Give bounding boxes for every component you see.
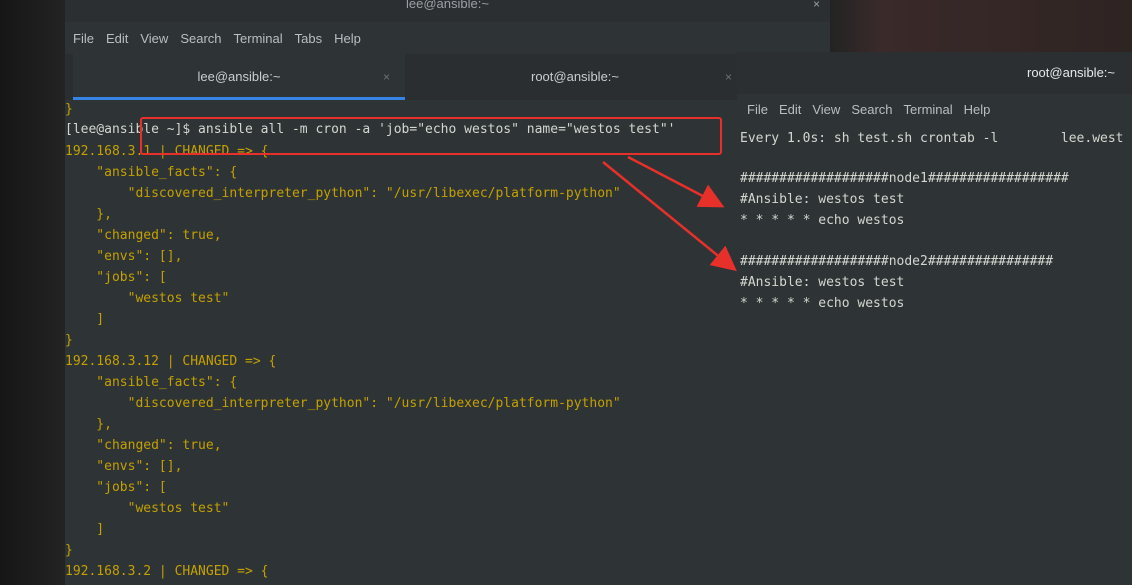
terminal-line: "discovered_interpreter_python": "/usr/l…	[65, 396, 621, 411]
terminal-line: "jobs": [	[65, 270, 167, 285]
menu-view[interactable]: View	[812, 102, 840, 117]
tab-label: root@ansible:~	[531, 69, 619, 84]
tab-close-icon[interactable]: ×	[725, 54, 732, 100]
terminal-window-right: root@ansible:~ File Edit View Search Ter…	[737, 52, 1132, 585]
terminal-line: * * * * * echo westos	[740, 213, 905, 228]
terminal-line: "changed": true,	[65, 438, 222, 453]
tab-root-ansible[interactable]: root@ansible:~ ×	[405, 54, 745, 100]
terminal-line: }	[65, 102, 73, 117]
terminal-line: #Ansible: westos test	[740, 192, 905, 207]
terminal-line: ]	[65, 312, 105, 327]
menu-view[interactable]: View	[140, 31, 168, 46]
terminal-line: "jobs": [	[65, 480, 167, 495]
terminal-line: },	[65, 417, 112, 432]
tab-label: lee@ansible:~	[197, 69, 281, 84]
terminal-line: },	[65, 207, 112, 222]
terminal-line: "changed": true,	[65, 228, 222, 243]
menu-bar: File Edit View Search Terminal Help	[737, 94, 1132, 124]
terminal-line: #Ansible: westos test	[740, 275, 905, 290]
menu-search[interactable]: Search	[180, 31, 221, 46]
terminal-line: "discovered_interpreter_python": "/usr/l…	[65, 186, 621, 201]
menu-edit[interactable]: Edit	[106, 31, 128, 46]
terminal-line: ]	[65, 522, 105, 537]
close-window-button[interactable]: ×	[813, 0, 820, 10]
menu-help[interactable]: Help	[964, 102, 991, 117]
tab-close-icon[interactable]: ×	[383, 54, 390, 100]
menu-terminal[interactable]: Terminal	[904, 102, 953, 117]
menu-terminal[interactable]: Terminal	[234, 31, 283, 46]
window-title: root@ansible:~	[1027, 65, 1115, 80]
tab-lee-ansible[interactable]: lee@ansible:~ ×	[73, 54, 405, 100]
terminal-line: "envs": [],	[65, 459, 183, 474]
window-titlebar[interactable]: root@ansible:~	[737, 52, 1132, 94]
menu-file[interactable]: File	[73, 31, 94, 46]
menu-bar: File Edit View Search Terminal Tabs Help	[65, 22, 830, 54]
terminal-line: }	[65, 333, 73, 348]
menu-file[interactable]: File	[747, 102, 768, 117]
terminal-line: ###################node1################…	[740, 171, 1069, 186]
terminal-line: Every 1.0s: sh test.sh crontab -l lee.we…	[740, 131, 1124, 146]
terminal-output[interactable]: } [lee@ansible ~]$ ansible all -m cron -…	[65, 100, 830, 585]
command-highlight-box	[140, 117, 722, 155]
menu-edit[interactable]: Edit	[779, 102, 801, 117]
terminal-line: }	[65, 543, 73, 558]
menu-tabs[interactable]: Tabs	[295, 31, 322, 46]
menu-search[interactable]: Search	[851, 102, 892, 117]
terminal-line: "ansible_facts": {	[65, 165, 238, 180]
terminal-line: * * * * * echo westos	[740, 296, 905, 311]
terminal-line: "westos test"	[65, 501, 230, 516]
window-titlebar[interactable]: lee@ansible:~ ×	[65, 0, 830, 22]
menu-help[interactable]: Help	[334, 31, 361, 46]
terminal-line: ###################node2################	[740, 254, 1054, 269]
window-title: lee@ansible:~	[406, 0, 489, 11]
terminal-output[interactable]: Every 1.0s: sh test.sh crontab -l lee.we…	[737, 124, 1132, 585]
terminal-window-left: lee@ansible:~ × File Edit View Search Te…	[65, 0, 830, 585]
terminal-line: 192.168.3.12 | CHANGED => {	[65, 354, 277, 369]
tab-bar: lee@ansible:~ × root@ansible:~ ×	[65, 54, 830, 100]
terminal-line: 192.168.3.2 | CHANGED => {	[65, 564, 269, 579]
terminal-line: "envs": [],	[65, 249, 183, 264]
terminal-line: "westos test"	[65, 291, 230, 306]
terminal-line: "ansible_facts": {	[65, 375, 238, 390]
